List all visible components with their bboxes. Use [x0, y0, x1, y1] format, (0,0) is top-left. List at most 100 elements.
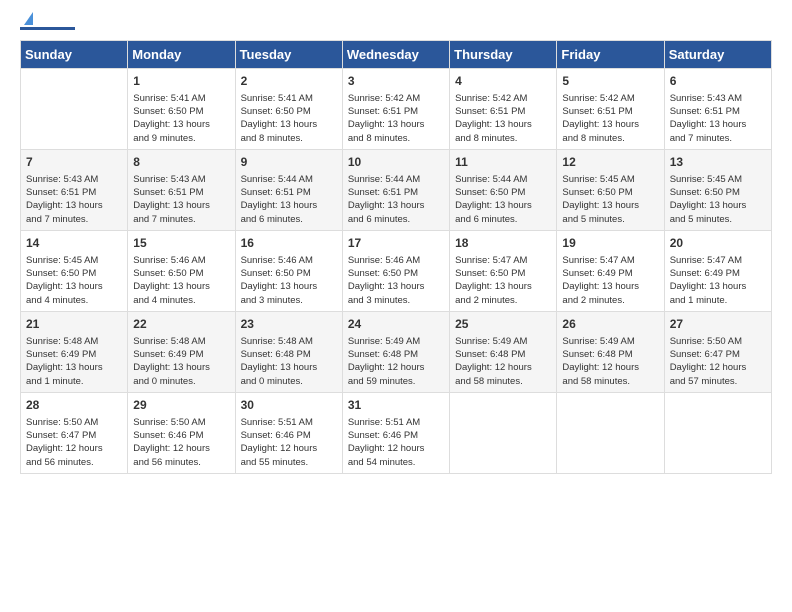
calendar-cell [21, 69, 128, 150]
day-number: 11 [455, 154, 551, 171]
day-info: Sunrise: 5:44 AM Sunset: 6:51 PM Dayligh… [348, 173, 444, 226]
calendar-cell: 1 Sunrise: 5:41 AM Sunset: 6:50 PM Daylig… [128, 69, 235, 150]
day-info: Sunrise: 5:46 AM Sunset: 6:50 PM Dayligh… [133, 254, 229, 307]
day-info: Sunrise: 5:51 AM Sunset: 6:46 PM Dayligh… [241, 416, 337, 469]
calendar-cell: 11 Sunrise: 5:44 AM Sunset: 6:50 PM Dayli… [450, 149, 557, 230]
calendar-cell: 15 Sunrise: 5:46 AM Sunset: 6:50 PM Dayli… [128, 230, 235, 311]
calendar-cell: 17 Sunrise: 5:46 AM Sunset: 6:50 PM Dayli… [342, 230, 449, 311]
day-number: 7 [26, 154, 122, 171]
calendar-cell: 30 Sunrise: 5:51 AM Sunset: 6:46 PM Dayli… [235, 392, 342, 473]
day-info: Sunrise: 5:42 AM Sunset: 6:51 PM Dayligh… [562, 92, 658, 145]
day-info: Sunrise: 5:45 AM Sunset: 6:50 PM Dayligh… [562, 173, 658, 226]
calendar-cell [664, 392, 771, 473]
weekday-header-tuesday: Tuesday [235, 41, 342, 69]
day-number: 19 [562, 235, 658, 252]
day-info: Sunrise: 5:44 AM Sunset: 6:50 PM Dayligh… [455, 173, 551, 226]
weekday-header-monday: Monday [128, 41, 235, 69]
day-info: Sunrise: 5:47 AM Sunset: 6:50 PM Dayligh… [455, 254, 551, 307]
calendar-cell: 27 Sunrise: 5:50 AM Sunset: 6:47 PM Dayli… [664, 311, 771, 392]
day-number: 15 [133, 235, 229, 252]
day-number: 27 [670, 316, 766, 333]
day-info: Sunrise: 5:43 AM Sunset: 6:51 PM Dayligh… [26, 173, 122, 226]
day-info: Sunrise: 5:48 AM Sunset: 6:48 PM Dayligh… [241, 335, 337, 388]
calendar-cell: 9Sunrise: 5:44 AM Sunset: 6:51 PM Daylig… [235, 149, 342, 230]
calendar-cell: 10 Sunrise: 5:44 AM Sunset: 6:51 PM Dayli… [342, 149, 449, 230]
week-row-1: 1 Sunrise: 5:41 AM Sunset: 6:50 PM Daylig… [21, 69, 772, 150]
calendar-cell: 5 Sunrise: 5:42 AM Sunset: 6:51 PM Daylig… [557, 69, 664, 150]
day-number: 6 [670, 73, 766, 90]
calendar-cell: 28 Sunrise: 5:50 AM Sunset: 6:47 PM Dayli… [21, 392, 128, 473]
calendar-cell: 25 Sunrise: 5:49 AM Sunset: 6:48 PM Dayli… [450, 311, 557, 392]
weekday-header-wednesday: Wednesday [342, 41, 449, 69]
week-row-4: 21 Sunrise: 5:48 AM Sunset: 6:49 PM Dayli… [21, 311, 772, 392]
day-number: 26 [562, 316, 658, 333]
day-info: Sunrise: 5:43 AM Sunset: 6:51 PM Dayligh… [670, 92, 766, 145]
calendar-cell: 21 Sunrise: 5:48 AM Sunset: 6:49 PM Dayli… [21, 311, 128, 392]
day-number: 17 [348, 235, 444, 252]
calendar-cell: 31 Sunrise: 5:51 AM Sunset: 6:46 PM Dayli… [342, 392, 449, 473]
logo [20, 20, 75, 30]
day-number: 20 [670, 235, 766, 252]
day-info: Sunrise: 5:45 AM Sunset: 6:50 PM Dayligh… [26, 254, 122, 307]
calendar-cell: 18 Sunrise: 5:47 AM Sunset: 6:50 PM Dayli… [450, 230, 557, 311]
day-info: Sunrise: 5:46 AM Sunset: 6:50 PM Dayligh… [348, 254, 444, 307]
calendar-cell: 8 Sunrise: 5:43 AM Sunset: 6:51 PM Daylig… [128, 149, 235, 230]
day-number: 29 [133, 397, 229, 414]
day-info: Sunrise: 5:42 AM Sunset: 6:51 PM Dayligh… [455, 92, 551, 145]
calendar-cell: 7 Sunrise: 5:43 AM Sunset: 6:51 PM Daylig… [21, 149, 128, 230]
day-info: Sunrise: 5:50 AM Sunset: 6:47 PM Dayligh… [670, 335, 766, 388]
day-number: 10 [348, 154, 444, 171]
day-number: 21 [26, 316, 122, 333]
calendar-table: SundayMondayTuesdayWednesdayThursdayFrid… [20, 40, 772, 474]
day-number: 30 [241, 397, 337, 414]
day-number: 23 [241, 316, 337, 333]
day-number: 24 [348, 316, 444, 333]
day-info: Sunrise: 5:50 AM Sunset: 6:47 PM Dayligh… [26, 416, 122, 469]
day-number: 5 [562, 73, 658, 90]
calendar-cell: 3 Sunrise: 5:42 AM Sunset: 6:51 PM Daylig… [342, 69, 449, 150]
calendar-cell: 26Sunrise: 5:49 AM Sunset: 6:48 PM Dayli… [557, 311, 664, 392]
day-number: 3 [348, 73, 444, 90]
calendar-cell: 19Sunrise: 5:47 AM Sunset: 6:49 PM Dayli… [557, 230, 664, 311]
day-number: 13 [670, 154, 766, 171]
calendar-cell: 22Sunrise: 5:48 AM Sunset: 6:49 PM Dayli… [128, 311, 235, 392]
calendar-cell: 16 Sunrise: 5:46 AM Sunset: 6:50 PM Dayli… [235, 230, 342, 311]
day-number: 8 [133, 154, 229, 171]
day-info: Sunrise: 5:51 AM Sunset: 6:46 PM Dayligh… [348, 416, 444, 469]
day-number: 18 [455, 235, 551, 252]
weekday-header-sunday: Sunday [21, 41, 128, 69]
day-number: 31 [348, 397, 444, 414]
week-row-3: 14 Sunrise: 5:45 AM Sunset: 6:50 PM Dayli… [21, 230, 772, 311]
calendar-cell: 12 Sunrise: 5:45 AM Sunset: 6:50 PM Dayli… [557, 149, 664, 230]
day-info: Sunrise: 5:48 AM Sunset: 6:49 PM Dayligh… [26, 335, 122, 388]
weekday-header-friday: Friday [557, 41, 664, 69]
day-number: 1 [133, 73, 229, 90]
calendar-cell [450, 392, 557, 473]
calendar-cell [557, 392, 664, 473]
calendar-cell: 2Sunrise: 5:41 AM Sunset: 6:50 PM Daylig… [235, 69, 342, 150]
day-number: 28 [26, 397, 122, 414]
calendar-cell: 6 Sunrise: 5:43 AM Sunset: 6:51 PM Daylig… [664, 69, 771, 150]
day-number: 12 [562, 154, 658, 171]
day-number: 22 [133, 316, 229, 333]
day-info: Sunrise: 5:47 AM Sunset: 6:49 PM Dayligh… [670, 254, 766, 307]
calendar-cell: 24Sunrise: 5:49 AM Sunset: 6:48 PM Dayli… [342, 311, 449, 392]
calendar-cell: 23 Sunrise: 5:48 AM Sunset: 6:48 PM Dayli… [235, 311, 342, 392]
day-info: Sunrise: 5:46 AM Sunset: 6:50 PM Dayligh… [241, 254, 337, 307]
calendar-cell: 4 Sunrise: 5:42 AM Sunset: 6:51 PM Daylig… [450, 69, 557, 150]
day-info: Sunrise: 5:41 AM Sunset: 6:50 PM Dayligh… [133, 92, 229, 145]
day-number: 14 [26, 235, 122, 252]
day-info: Sunrise: 5:41 AM Sunset: 6:50 PM Dayligh… [241, 92, 337, 145]
calendar-cell: 14 Sunrise: 5:45 AM Sunset: 6:50 PM Dayli… [21, 230, 128, 311]
week-row-2: 7 Sunrise: 5:43 AM Sunset: 6:51 PM Daylig… [21, 149, 772, 230]
day-info: Sunrise: 5:45 AM Sunset: 6:50 PM Dayligh… [670, 173, 766, 226]
day-info: Sunrise: 5:43 AM Sunset: 6:51 PM Dayligh… [133, 173, 229, 226]
day-info: Sunrise: 5:49 AM Sunset: 6:48 PM Dayligh… [455, 335, 551, 388]
day-number: 4 [455, 73, 551, 90]
day-number: 9 [241, 154, 337, 171]
calendar-cell: 29Sunrise: 5:50 AM Sunset: 6:46 PM Dayli… [128, 392, 235, 473]
day-number: 16 [241, 235, 337, 252]
day-number: 25 [455, 316, 551, 333]
day-info: Sunrise: 5:42 AM Sunset: 6:51 PM Dayligh… [348, 92, 444, 145]
week-row-5: 28 Sunrise: 5:50 AM Sunset: 6:47 PM Dayli… [21, 392, 772, 473]
